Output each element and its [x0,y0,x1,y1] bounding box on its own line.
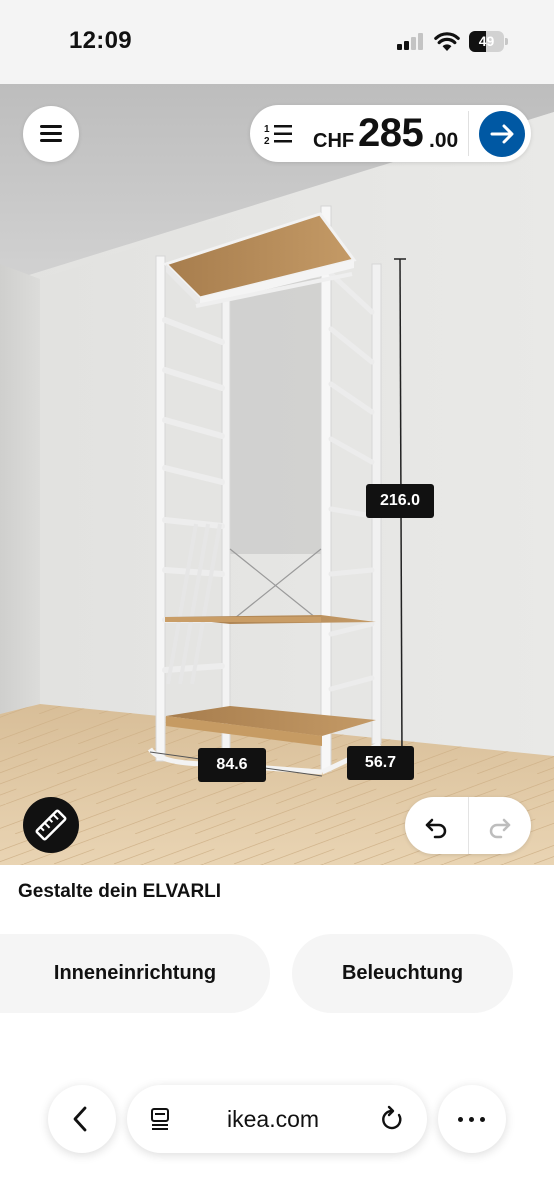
measure-toggle-button[interactable] [23,797,79,853]
height-dimension-label[interactable]: 216.0 [366,484,434,518]
redo-button[interactable] [469,797,531,854]
hamburger-menu-icon [40,125,62,128]
undo-icon [425,818,447,839]
menu-button[interactable] [23,106,79,162]
arrow-right-icon [490,124,514,144]
more-dots-icon [458,1117,463,1122]
price-summary-pill[interactable]: 1 2 CHF 285 .00 [250,105,531,162]
proceed-button[interactable] [479,111,525,157]
browser-more-button[interactable] [438,1085,506,1153]
battery-icon: 49 [469,31,508,52]
price-divider [468,111,469,156]
price-amount: 285 [358,111,424,155]
url-text: ikea.com [227,1106,320,1132]
chip-inneneinrichtung[interactable]: Inneneinrichtung [0,934,270,1013]
cellular-signal-icon [397,33,425,50]
status-bar: 12:09 49 [0,0,554,84]
page-reader-icon[interactable] [149,1107,173,1131]
price-currency: CHF [313,130,355,152]
wardrobe-3d-scene[interactable] [0,84,554,865]
undo-button[interactable] [405,797,468,854]
numbered-list-icon: 1 2 [264,124,292,147]
chip-beleuchtung[interactable]: Beleuchtung [292,934,513,1013]
battery-percent: 49 [478,33,495,49]
width-dimension-label[interactable]: 84.6 [198,748,266,782]
planner-3d-viewport[interactable]: 216.0 84.6 56.7 [0,84,554,865]
browser-back-button[interactable] [48,1085,116,1153]
redo-icon [489,818,511,839]
address-bar[interactable]: ikea.com [127,1085,427,1153]
panel-title: Gestalte dein ELVARLI [18,881,222,902]
undo-redo-control [405,797,531,854]
wifi-icon [434,32,460,51]
status-time: 12:09 [69,27,132,54]
chevron-left-icon [73,1106,87,1132]
svg-text:2: 2 [264,136,270,147]
reload-icon[interactable] [379,1105,405,1133]
price-decimals: .00 [429,129,459,152]
ruler-icon [35,809,67,841]
depth-dimension-label[interactable]: 56.7 [347,746,414,780]
svg-text:1: 1 [264,124,270,135]
